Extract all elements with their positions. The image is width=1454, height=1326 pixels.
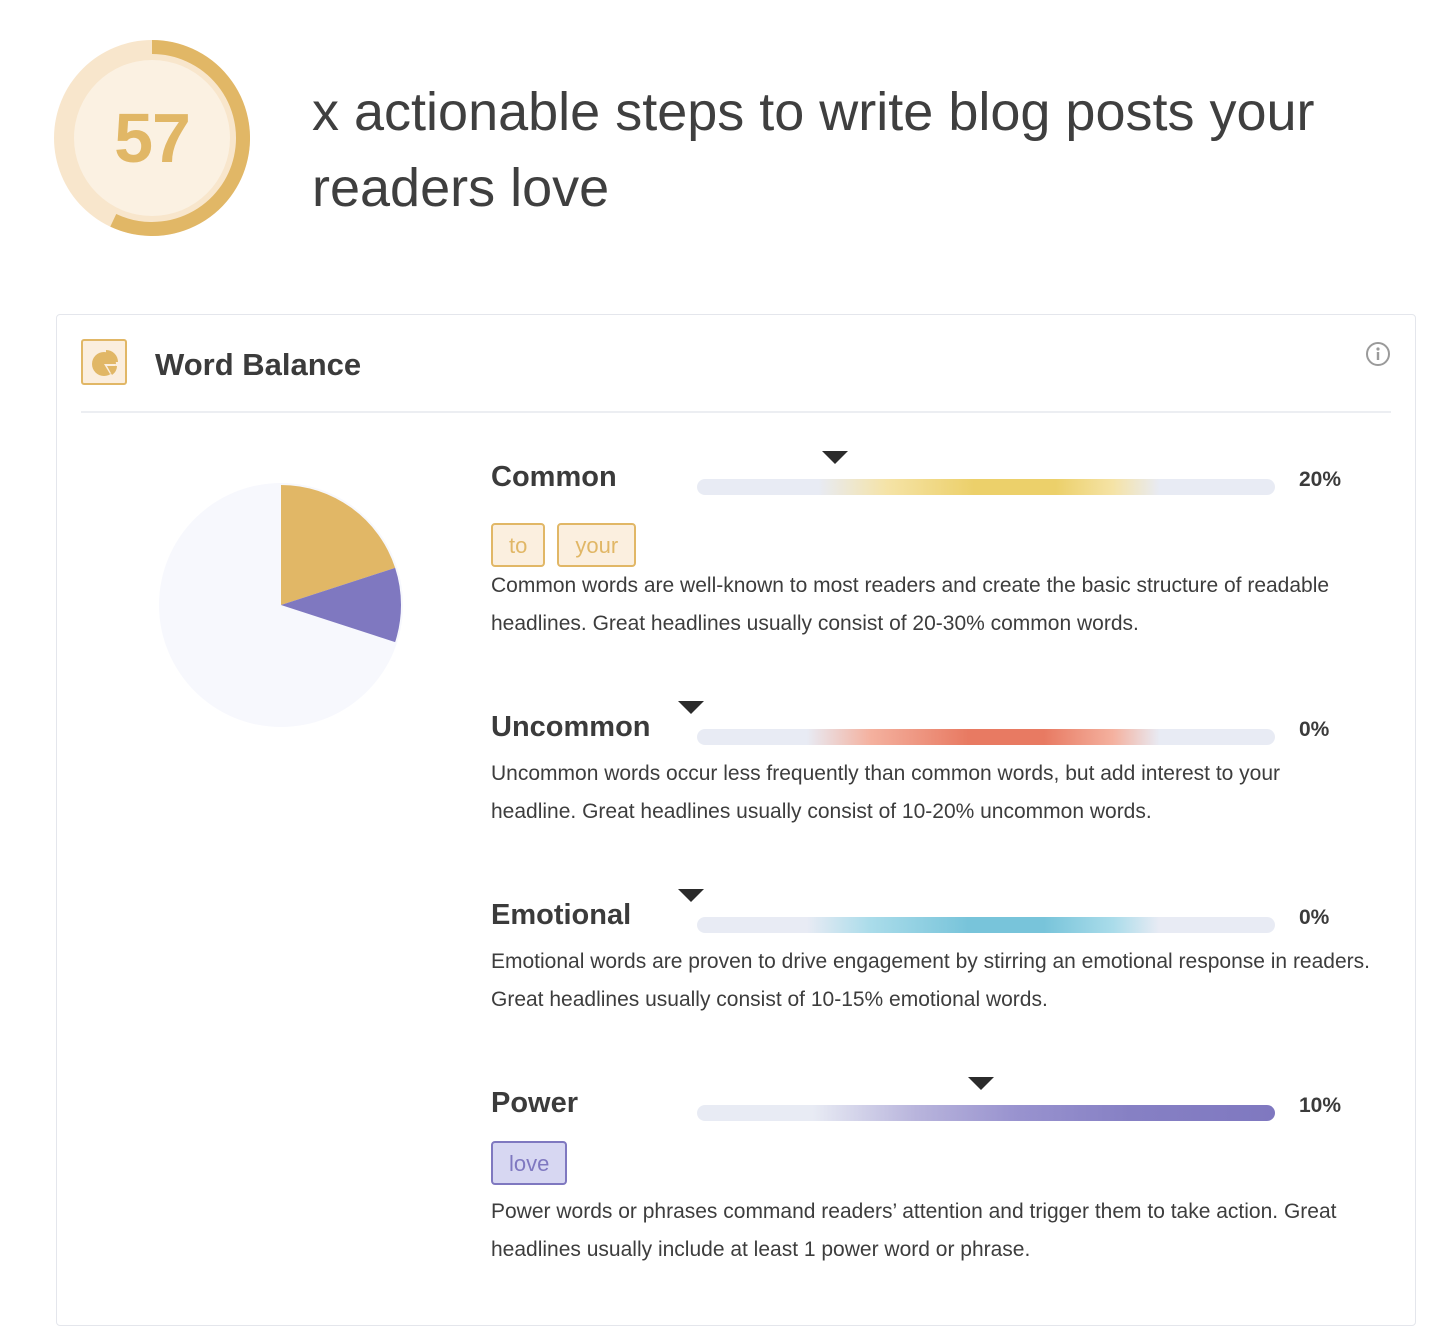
score-value: 57 (114, 99, 191, 177)
category-percent: 20% (1299, 468, 1342, 491)
headline-score: 57 (54, 40, 250, 236)
word-chip[interactable]: your (557, 523, 637, 567)
card-title: Word Balance (155, 347, 362, 382)
category-percent: 0% (1299, 906, 1330, 929)
pie-chart-icon (81, 339, 127, 385)
category-percent: 0% (1299, 718, 1330, 741)
score-marker (678, 889, 704, 902)
category-meter (697, 917, 1275, 933)
category-description: Uncommon words occur less frequently tha… (491, 762, 1281, 823)
word-chips: love (491, 1141, 568, 1185)
category-label: Power (491, 1087, 579, 1119)
score-marker (678, 701, 704, 714)
category-percent: 10% (1299, 1094, 1342, 1117)
category-label: Common (491, 461, 617, 493)
category-description: Power words or phrases command readers’ … (491, 1200, 1337, 1261)
category-meter (697, 1105, 1275, 1121)
word-balance-card: Word Balance Common 20% to your Common w… (56, 314, 1416, 1326)
word-chips: to your (491, 523, 637, 567)
category-meter (697, 479, 1275, 495)
word-balance-pie (159, 483, 403, 727)
score-marker (822, 451, 848, 464)
word-chip[interactable]: love (491, 1141, 568, 1185)
headline-text: x actionable steps to write blog posts y… (312, 82, 1315, 218)
category-description: Common words are well-known to most read… (491, 574, 1330, 635)
info-icon[interactable] (1365, 341, 1391, 367)
category-label: Uncommon (491, 711, 651, 743)
category-label: Emotional (491, 899, 632, 931)
card-header: Word Balance (81, 339, 1391, 413)
word-chip[interactable]: to (491, 523, 546, 567)
score-marker (968, 1077, 994, 1090)
category-description: Emotional words are proven to drive enga… (491, 950, 1370, 1011)
category-meter (697, 729, 1275, 745)
